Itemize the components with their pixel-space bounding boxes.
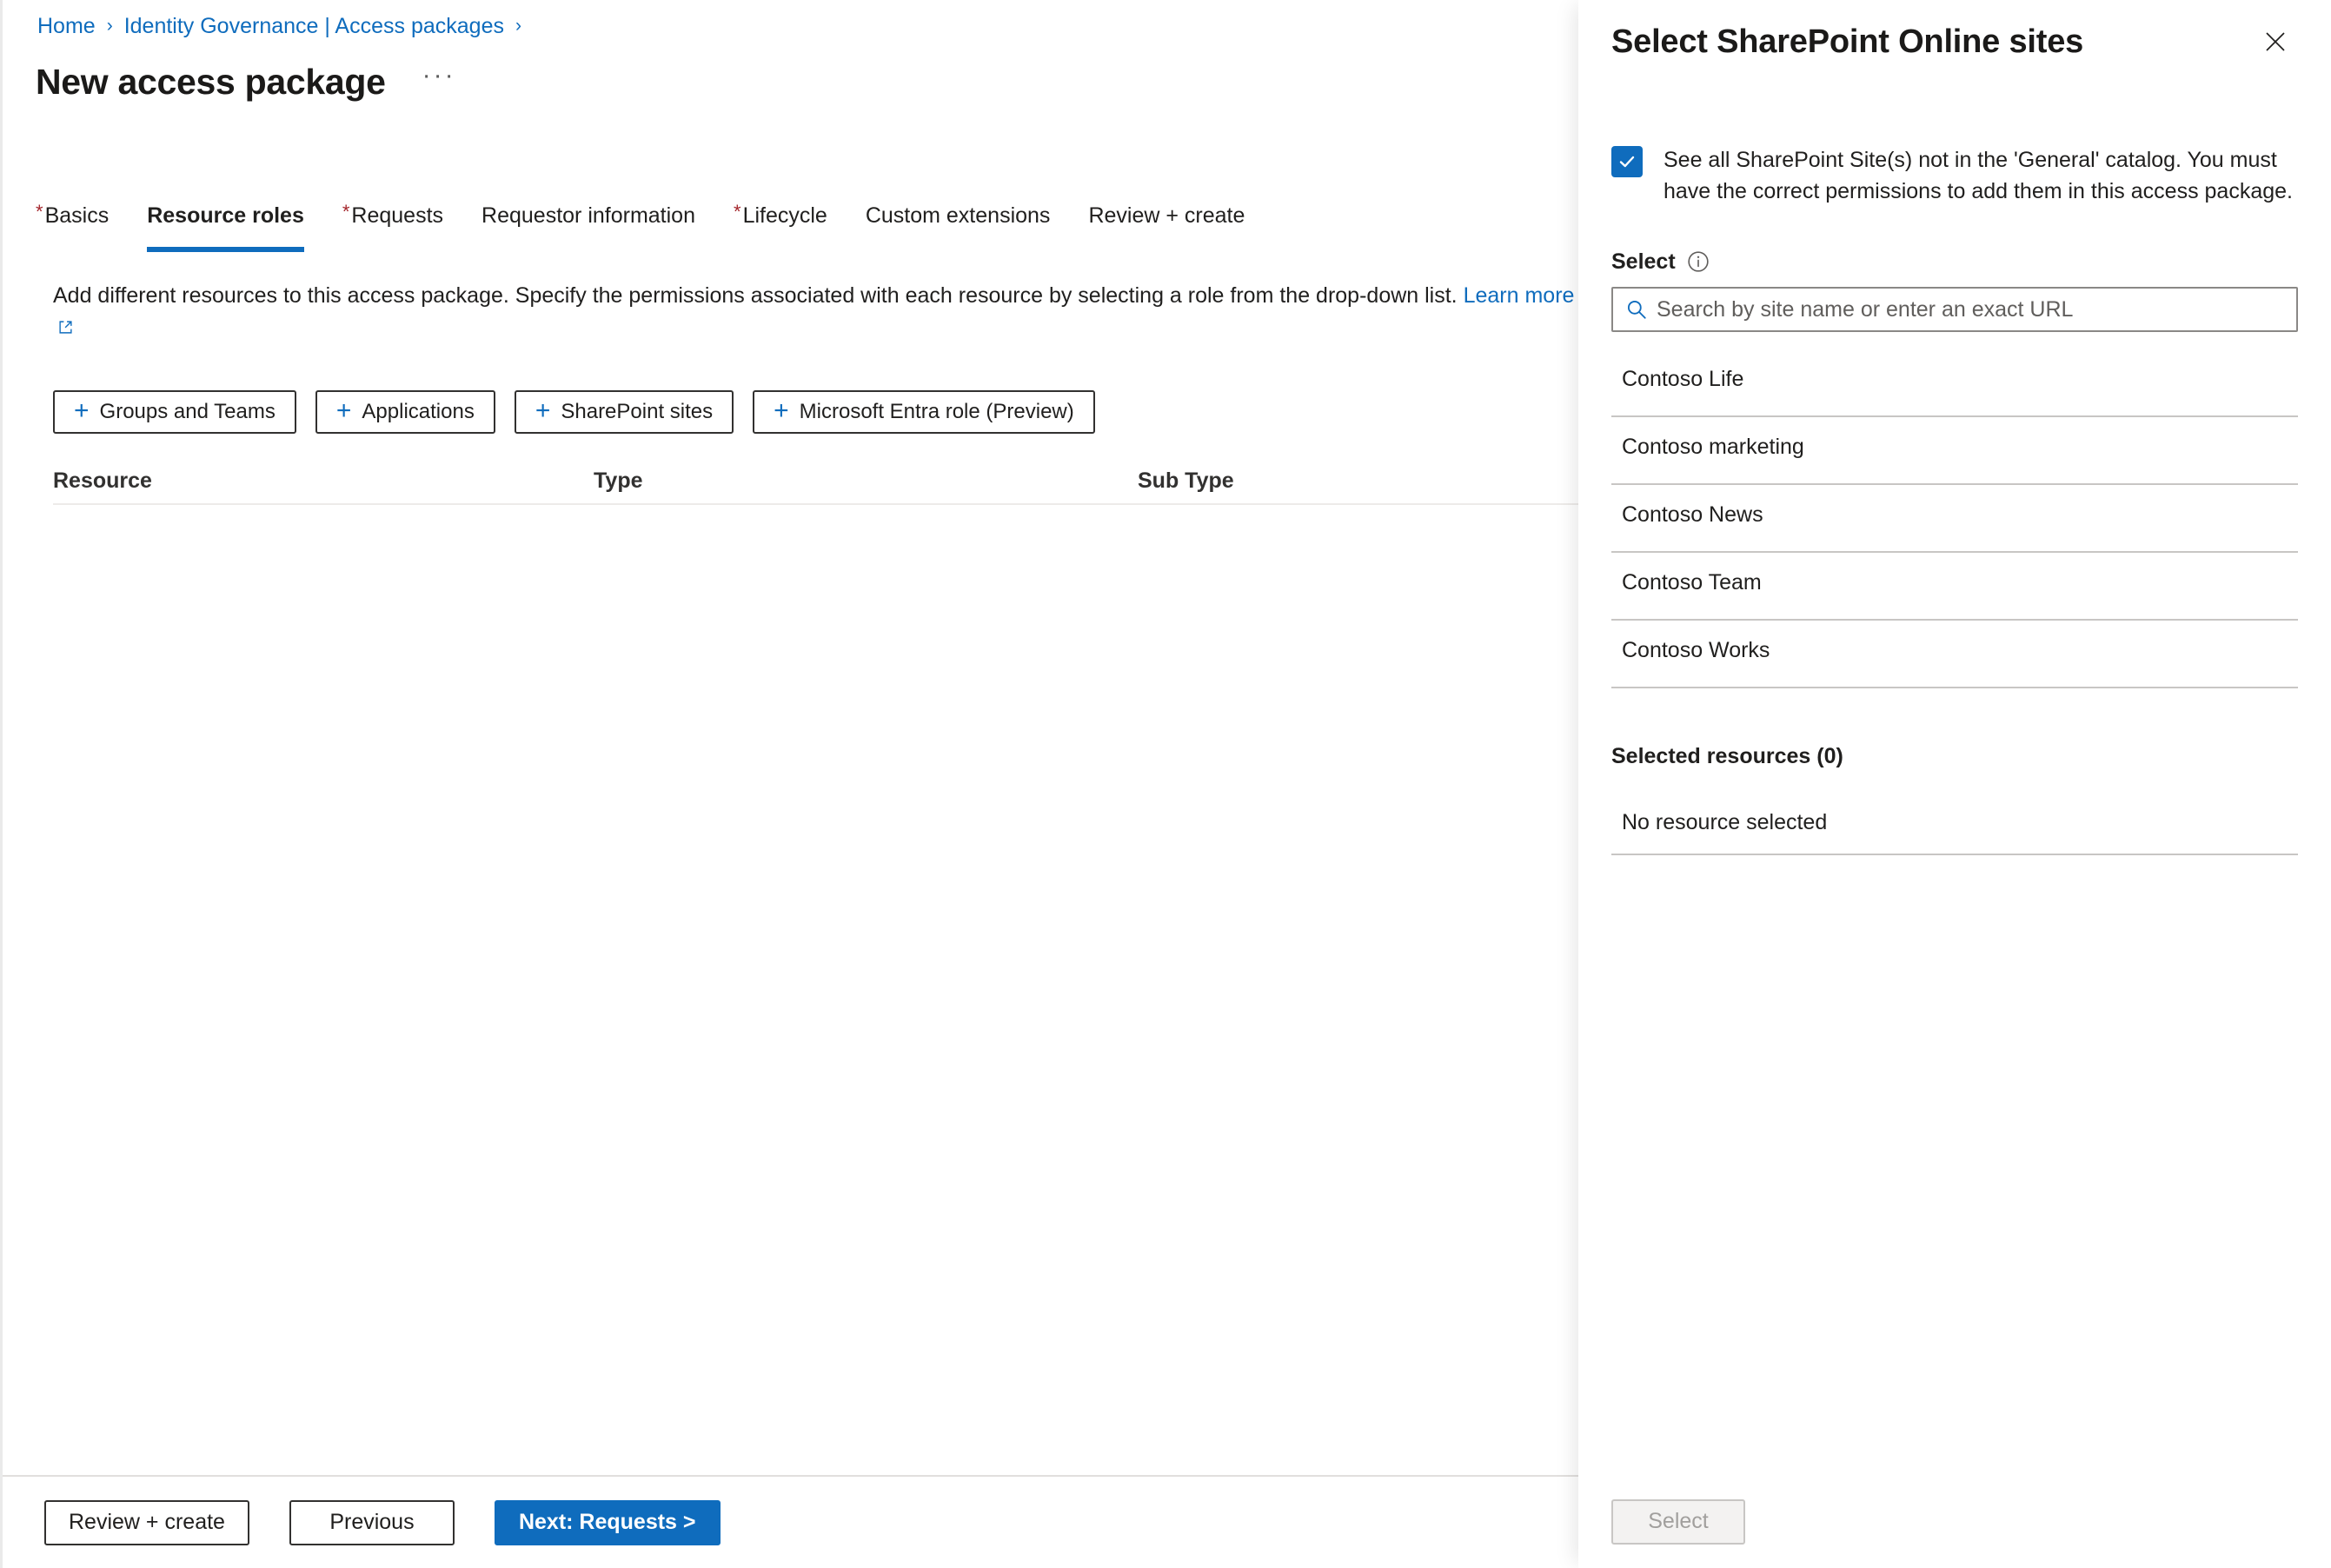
add-button-label: Microsoft Entra role (Preview): [799, 400, 1074, 423]
breadcrumb-item-identity-governance[interactable]: Identity Governance | Access packages: [124, 12, 504, 40]
external-link-icon: [59, 321, 72, 334]
tab-label: Requestor information: [481, 203, 695, 228]
close-x-glyph: [2266, 32, 2285, 51]
pane-footer: Select: [1578, 1475, 2331, 1568]
pane-select-button[interactable]: Select: [1611, 1498, 1745, 1545]
add-resource-buttons: + Groups and Teams + Applications + Shar…: [53, 390, 1114, 434]
info-icon[interactable]: [1687, 250, 1710, 273]
required-star-icon: *: [342, 201, 350, 223]
tab-review-create[interactable]: Review + create: [1088, 202, 1245, 243]
tab-label: Custom extensions: [865, 203, 1051, 228]
add-applications-button[interactable]: + Applications: [315, 390, 495, 434]
required-star-icon: *: [36, 201, 43, 223]
search-icon: [1627, 300, 1646, 319]
resource-table: Resource Type Sub Type: [53, 458, 1581, 540]
column-header-type: Type: [594, 468, 643, 493]
tab-custom-extensions[interactable]: Custom extensions: [866, 202, 1051, 243]
list-item[interactable]: Contoso Works: [1611, 621, 2298, 688]
pane-title: Select SharePoint Online sites: [1611, 23, 2084, 60]
select-field-label-row: Select: [1611, 249, 2298, 275]
checkmark-icon: [1619, 156, 1635, 168]
page-title: New access package: [36, 62, 386, 102]
site-results-list: Contoso Life Contoso marketing Contoso N…: [1611, 349, 2298, 688]
next-requests-button[interactable]: Next: Requests >: [494, 1499, 721, 1545]
site-search-input[interactable]: [1657, 296, 2284, 322]
site-name: Contoso Team: [1622, 570, 1762, 595]
site-name: Contoso News: [1622, 502, 1763, 527]
more-options-icon[interactable]: ···: [422, 63, 456, 101]
breadcrumb-item-home[interactable]: Home: [37, 12, 96, 40]
tab-resource-roles[interactable]: Resource roles: [147, 202, 304, 252]
select-field-label: Select: [1611, 249, 1676, 274]
site-name: Contoso Works: [1622, 638, 1770, 662]
add-button-label: SharePoint sites: [561, 400, 714, 423]
breadcrumb-separator-icon: ›: [106, 16, 113, 36]
tab-label: Basics: [44, 203, 110, 228]
previous-button[interactable]: Previous: [289, 1499, 455, 1545]
list-item[interactable]: Contoso Life: [1611, 349, 2298, 417]
add-entra-role-button[interactable]: + Microsoft Entra role (Preview): [753, 390, 1095, 434]
learn-more-label: Learn more: [1463, 283, 1575, 308]
tab-label: Review + create: [1088, 203, 1245, 228]
pane-header: Select SharePoint Online sites: [1578, 0, 2331, 83]
column-header-sub-type: Sub Type: [1138, 468, 1234, 493]
list-item[interactable]: Contoso Team: [1611, 553, 2298, 621]
page-description: Add different resources to this access p…: [53, 280, 1583, 342]
list-item[interactable]: Contoso marketing: [1611, 417, 2298, 485]
no-resource-selected-text: No resource selected: [1611, 800, 2298, 855]
column-header-resource: Resource: [53, 468, 152, 493]
description-text: Add different resources to this access p…: [53, 283, 1458, 308]
add-button-label: Groups and Teams: [99, 400, 276, 423]
main-blade: Home › Identity Governance | Access pack…: [0, 0, 1581, 1568]
add-button-label: Applications: [362, 400, 475, 423]
selected-resources-list: No resource selected: [1611, 800, 2298, 855]
select-sharepoint-sites-pane: Select SharePoint Online sites See all S…: [1578, 0, 2331, 1568]
plus-icon: +: [774, 396, 789, 425]
tab-basics[interactable]: * Basics: [36, 202, 109, 243]
tab-requests[interactable]: * Requests: [342, 202, 443, 243]
page-title-row: New access package ···: [36, 59, 456, 104]
list-item[interactable]: Contoso News: [1611, 485, 2298, 553]
wizard-tabs: * Basics Resource roles * Requests Reque…: [36, 202, 1245, 256]
review-create-button[interactable]: Review + create: [44, 1499, 249, 1545]
resource-table-body: [53, 505, 1581, 540]
breadcrumb-separator-icon: ›: [515, 16, 521, 36]
see-all-sites-checkbox[interactable]: [1611, 146, 1643, 177]
selected-resources-heading: Selected resources (0): [1611, 744, 1843, 768]
see-all-sites-checkbox-label: See all SharePoint Site(s) not in the 'G…: [1664, 148, 2293, 203]
blade-footer: Review + create Previous Next: Requests …: [3, 1475, 1581, 1568]
plus-icon: +: [335, 396, 352, 425]
site-name: Contoso marketing: [1622, 435, 1804, 459]
pane-body: See all SharePoint Site(s) not in the 'G…: [1578, 83, 2331, 1475]
add-groups-and-teams-button[interactable]: + Groups and Teams: [53, 390, 296, 434]
tab-label: Resource roles: [147, 203, 304, 228]
tab-label: Lifecycle: [742, 203, 827, 228]
plus-icon: +: [74, 396, 90, 425]
resource-table-header: Resource Type Sub Type: [53, 458, 1581, 505]
plus-icon: +: [535, 396, 551, 425]
tab-requestor-information[interactable]: Requestor information: [481, 202, 695, 243]
site-search-box[interactable]: [1611, 287, 2298, 332]
tab-lifecycle[interactable]: * Lifecycle: [734, 202, 827, 243]
app-root: Home › Identity Governance | Access pack…: [0, 0, 2331, 1568]
required-star-icon: *: [734, 201, 741, 223]
see-all-sites-checkbox-row: See all SharePoint Site(s) not in the 'G…: [1611, 144, 2298, 207]
breadcrumb: Home › Identity Governance | Access pack…: [37, 12, 533, 40]
tab-label: Requests: [351, 203, 444, 228]
close-icon[interactable]: [2253, 19, 2298, 64]
site-name: Contoso Life: [1622, 367, 1744, 391]
add-sharepoint-sites-button[interactable]: + SharePoint sites: [514, 390, 734, 434]
